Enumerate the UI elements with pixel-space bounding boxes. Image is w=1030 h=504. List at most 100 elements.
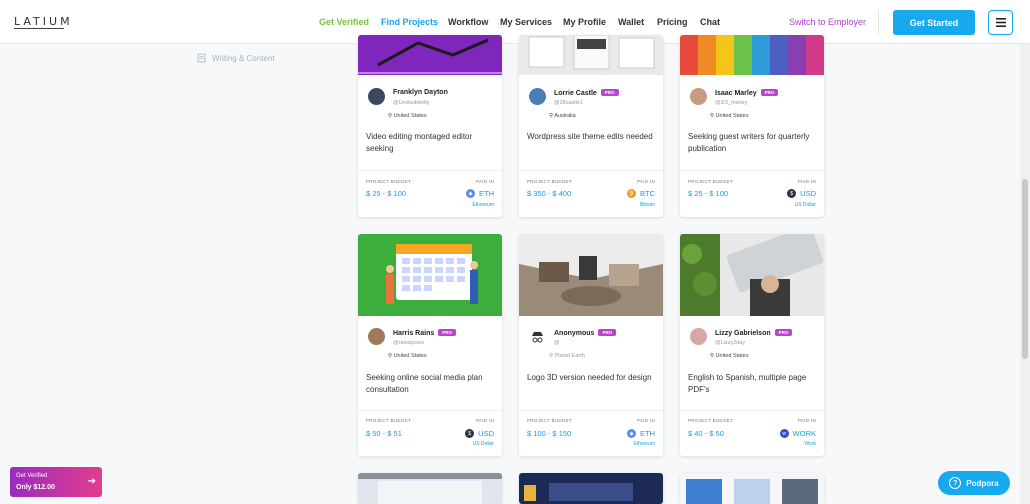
user-handle: @rainspours — [393, 340, 425, 346]
user-handle: @Undoubtedly — [393, 100, 430, 106]
paid-in-label: PAID IN — [636, 179, 655, 184]
project-image — [519, 473, 663, 504]
project-image — [680, 35, 824, 75]
switch-to-employer-link[interactable]: Switch to Employer — [789, 17, 866, 27]
user-location: ⚲ Australia — [549, 113, 576, 119]
nav-chat[interactable]: Chat — [700, 17, 720, 27]
arrow-right-icon: ➔ — [87, 476, 96, 487]
paid-in-label: PAID IN — [797, 179, 816, 184]
project-budget: $ 350 - $ 400 — [527, 189, 572, 198]
project-title[interactable]: Seeking online social media plan consult… — [366, 372, 498, 396]
payment-currency: w WORK — [779, 429, 816, 438]
question-icon: ? — [949, 477, 962, 489]
project-title[interactable]: English to Spanish, multiple page PDF's — [688, 372, 820, 396]
project-title[interactable]: Video editing montaged editor seeking — [366, 131, 498, 155]
pro-badge: PRO — [438, 329, 457, 336]
project-card[interactable] — [519, 473, 663, 504]
menu-button[interactable] — [988, 10, 1013, 35]
payment-currency: $ USD — [787, 189, 816, 198]
budget-label: PROJECT BUDGET — [688, 418, 734, 423]
nav-my-profile[interactable]: My Profile — [563, 17, 606, 27]
project-image — [358, 35, 502, 75]
work-token-icon: w — [779, 429, 789, 438]
project-card[interactable]: Isaac Marley PRO @i23_marley ⚲ United Sta… — [680, 35, 824, 217]
card-divider — [358, 170, 502, 171]
nav-my-services[interactable]: My Services — [500, 17, 552, 27]
user-name[interactable]: Lizzy Gabrielson PRO — [715, 329, 793, 337]
payment-currency: $ USD — [465, 429, 494, 438]
project-card[interactable]: Lorrie Castle PRO @28castle1 ⚲ Australia … — [519, 35, 663, 217]
ethereum-icon: ◆ — [627, 429, 636, 438]
pro-badge: PRO — [774, 329, 793, 336]
support-button[interactable]: ? Podpora — [938, 471, 1010, 495]
category-writing-content[interactable]: Writing & Content — [197, 53, 275, 63]
latium-logo[interactable]: LATIUM — [14, 15, 73, 28]
nav-wallet[interactable]: Wallet — [618, 17, 644, 27]
project-image — [358, 473, 502, 504]
avatar[interactable] — [690, 328, 707, 345]
project-card[interactable]: Anonymous PRO @ ⚲ Planet Earth Logo 3D ve… — [519, 234, 663, 456]
user-handle: @ — [554, 340, 560, 346]
ethereum-icon: ◆ — [466, 189, 475, 198]
dollar-icon: $ — [465, 429, 475, 438]
project-card[interactable] — [358, 473, 502, 504]
user-handle: @28castle1 — [554, 100, 584, 106]
user-name[interactable]: Isaac Marley PRO — [715, 89, 779, 97]
payment-currency: ◆ ETH — [466, 189, 494, 198]
support-label: Podpora — [966, 478, 999, 488]
budget-label: PROJECT BUDGET — [527, 418, 573, 423]
project-image — [358, 234, 502, 316]
project-budget: $ 25 - $ 100 — [688, 189, 729, 198]
project-image — [680, 234, 824, 316]
dollar-icon: $ — [787, 189, 797, 198]
user-name[interactable]: Harris Rains PRO — [393, 329, 457, 337]
currency-name: US Dollar — [472, 441, 494, 447]
budget-label: PROJECT BUDGET — [366, 179, 412, 184]
avatar[interactable] — [529, 88, 546, 105]
avatar[interactable] — [690, 88, 707, 105]
currency-name: US Dollar — [794, 202, 816, 208]
project-card[interactable]: Lizzy Gabrielson PRO @Lizzy2day ⚲ United … — [680, 234, 824, 456]
user-handle: @i23_marley — [715, 100, 748, 106]
page-scrollbar[interactable] — [1020, 44, 1030, 504]
scrollbar-thumb[interactable] — [1022, 179, 1028, 359]
project-budget: $ 100 - $ 150 — [527, 429, 572, 438]
pro-badge: PRO — [600, 89, 619, 96]
nav-find-projects[interactable]: Find Projects — [381, 17, 438, 27]
get-started-button[interactable]: Get Started — [893, 10, 975, 35]
card-divider — [519, 170, 663, 171]
project-title[interactable]: Wordpress site theme edits needed — [527, 131, 659, 143]
nav-get-verified[interactable]: Get Verified — [319, 17, 369, 27]
project-image — [519, 35, 663, 75]
category-label: Writing & Content — [212, 53, 275, 63]
pro-badge: PRO — [598, 329, 617, 336]
spy-icon — [532, 332, 543, 343]
writing-icon — [197, 53, 206, 63]
nav-workflow[interactable]: Workflow — [448, 17, 488, 27]
get-verified-promo[interactable]: Get Verified Only $12.00 ➔ — [10, 467, 102, 497]
project-title[interactable]: Seeking guest writers for quarterly publ… — [688, 131, 820, 155]
card-divider — [680, 410, 824, 411]
project-title[interactable]: Logo 3D version needed for design — [527, 372, 659, 384]
project-budget: $ 25 - $ 100 — [366, 189, 407, 198]
project-card[interactable]: Harris Rains PRO @rainspours ⚲ United Sta… — [358, 234, 502, 456]
anonymous-avatar[interactable] — [529, 328, 546, 345]
project-card[interactable]: Franklyn Dayton @Undoubtedly ⚲ United St… — [358, 35, 502, 217]
avatar[interactable] — [368, 328, 385, 345]
project-card[interactable] — [680, 473, 824, 504]
budget-label: PROJECT BUDGET — [527, 179, 573, 184]
top-navigation-bar: LATIUM Get Verified Find Projects Workfl… — [0, 0, 1030, 44]
user-handle: @Lizzy2day — [715, 340, 746, 346]
card-divider — [519, 410, 663, 411]
user-location: ⚲ United States — [710, 113, 749, 119]
avatar[interactable] — [368, 88, 385, 105]
payment-currency: ₿ BTC — [627, 189, 655, 198]
logo-underline — [14, 28, 64, 29]
project-image — [519, 234, 663, 316]
user-location: ⚲ United States — [710, 353, 749, 359]
nav-pricing[interactable]: Pricing — [657, 17, 688, 27]
user-name[interactable]: Lorrie Castle PRO — [554, 89, 619, 97]
user-name[interactable]: Anonymous PRO — [554, 329, 617, 337]
user-name[interactable]: Franklyn Dayton — [393, 89, 448, 96]
currency-name: Bitcoin — [639, 202, 655, 208]
